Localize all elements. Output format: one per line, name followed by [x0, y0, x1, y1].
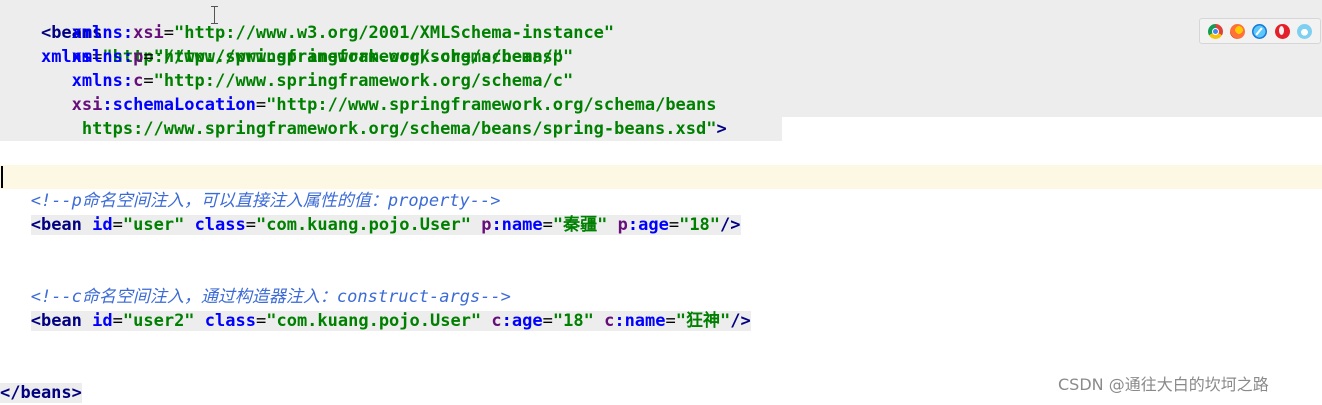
attr-value: https://www.springframework.org/schema/b…: [81, 119, 717, 139]
namespace-name: c: [491, 311, 502, 331]
attr-value: "http://www.springframework.org/schema/p…: [153, 47, 574, 67]
equals: =: [143, 47, 154, 67]
equals: =: [255, 95, 267, 115]
code-line-2[interactable]: xmlns:xsi="http://www.w3.org/2001/XMLSch…: [0, 21, 615, 45]
bean-line-1[interactable]: <bean id="user" class="com.kuang.pojo.Us…: [0, 213, 741, 237]
attr-name: :name: [491, 215, 543, 235]
text-caret: [1, 166, 3, 188]
equals: =: [143, 71, 154, 91]
attr-value: "18": [552, 311, 594, 331]
attr-value-quote: ": [720, 311, 731, 331]
tag-close: </beans>: [0, 383, 82, 403]
tag-open: <bean: [30, 311, 82, 331]
code-line-4[interactable]: xmlns:c="http://www.springframework.org/…: [0, 69, 574, 93]
bean-line-2[interactable]: <bean id="user2" class="com.kuang.pojo.U…: [0, 309, 751, 333]
attr-name: id: [92, 311, 113, 331]
firefox-icon[interactable]: [1230, 23, 1246, 39]
attr-name: :name: [614, 311, 666, 331]
attr-value: "com.kuang.pojo.User": [256, 215, 471, 235]
namespace-name: c: [133, 71, 144, 91]
code-line-end[interactable]: </beans>: [0, 381, 82, 405]
attr-name: :age: [627, 215, 669, 235]
xml-comment: <!--p命名空间注入，可以直接注入属性的值：property-->: [30, 191, 501, 211]
attr-value: "com.kuang.pojo.User": [266, 311, 482, 331]
attr-value: "http://www.springframework.org/schema/b…: [266, 95, 717, 115]
attr-prefix: xmlns:: [71, 47, 134, 67]
code-line-3[interactable]: xmlns:p="http://www.springframework.org/…: [0, 45, 574, 69]
tag-close: >: [716, 119, 727, 139]
attr-value: "user": [122, 215, 185, 235]
namespace-name: p: [617, 215, 628, 235]
attr-name: class: [204, 311, 256, 331]
edge-icon[interactable]: [1297, 23, 1313, 39]
opera-icon[interactable]: [1274, 23, 1290, 39]
equals: =: [163, 23, 175, 43]
code-editor[interactable]: <beans xmlns="http://www.springframework…: [0, 0, 1322, 404]
namespace-name: c: [604, 311, 615, 331]
attr-value-quote: ": [552, 215, 564, 235]
namespace-name: xsi: [71, 95, 103, 115]
attr-value-quote: ": [597, 215, 608, 235]
mouse-ibeam-cursor-icon: [211, 6, 218, 24]
comment-line-1[interactable]: <!--p命名空间注入，可以直接注入属性的值：property-->: [0, 189, 501, 213]
attr-name: :age: [501, 311, 543, 331]
safari-icon[interactable]: [1252, 23, 1268, 39]
tag-close: />: [730, 311, 751, 331]
tag-close: />: [720, 215, 741, 235]
code-line-6[interactable]: https://www.springframework.org/schema/b…: [0, 117, 727, 141]
attr-value: 秦疆: [563, 215, 598, 235]
attr-name: :schemaLocation: [102, 95, 256, 115]
attr-prefix: xmlns:: [71, 71, 134, 91]
namespace-name: p: [481, 215, 492, 235]
namespace-name: xsi: [133, 23, 164, 43]
attr-value: 狂神: [686, 311, 721, 331]
attr-name: id: [92, 215, 113, 235]
comment-line-2[interactable]: <!--c命名空间注入，通过构造器注入：construct-args-->: [0, 285, 511, 309]
attr-name: class: [194, 215, 246, 235]
browser-preview-bar: [1199, 18, 1321, 44]
attr-value: "http://www.springframework.org/schema/c…: [153, 71, 574, 91]
tag-open: <bean: [30, 215, 82, 235]
attr-value: "http://www.w3.org/2001/XMLSchema-instan…: [174, 23, 615, 43]
watermark: CSDN @通往大白的坎坷之路: [1058, 375, 1269, 394]
xml-comment: <!--c命名空间注入，通过构造器注入：construct-args-->: [30, 287, 511, 307]
chrome-icon[interactable]: [1207, 23, 1223, 39]
current-line-highlight: [0, 165, 1322, 189]
code-line-1[interactable]: <beans xmlns="http://www.springframework…: [0, 0, 563, 67]
attr-value: "18": [679, 215, 721, 235]
code-line-5[interactable]: xsi:schemaLocation="http://www.springfra…: [0, 93, 717, 117]
attr-value-quote: ": [675, 311, 687, 331]
attr-value: "user2": [122, 311, 195, 331]
namespace-name: p: [133, 47, 144, 67]
attr-prefix: xmlns:: [71, 23, 134, 43]
